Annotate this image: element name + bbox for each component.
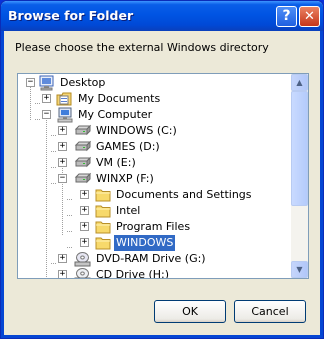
tree-item-drive-d[interactable]: + GAMES (D:) (18, 139, 292, 155)
tree-item-label: WINDOWS (C:) (96, 124, 177, 137)
window-frame-right (320, 31, 323, 338)
desktop-icon (39, 75, 54, 91)
help-button[interactable]: ? (276, 6, 297, 27)
expand-icon[interactable]: + (80, 190, 89, 199)
hard-drive-icon (74, 172, 91, 184)
scroll-down-icon[interactable]: ▼ (291, 261, 308, 278)
tree-item-label: WINXP (F:) (96, 172, 154, 185)
title-bar[interactable]: Browse for Folder ? ✕ (1, 1, 323, 31)
tree-item-label-selected: WINDOWS (114, 235, 176, 251)
expand-icon[interactable]: + (58, 126, 67, 135)
tree-item-label: CD Drive (H:) (96, 268, 170, 279)
tree-item-desktop[interactable]: − Desktop (18, 75, 292, 91)
tree-item-my-computer[interactable]: − My Computer (18, 107, 292, 123)
hard-drive-icon (74, 140, 91, 152)
expand-icon[interactable]: + (58, 254, 67, 263)
folder-icon (95, 221, 111, 234)
expand-icon[interactable]: + (58, 142, 67, 151)
tree-item-label: My Computer (78, 108, 153, 121)
expand-icon[interactable]: + (80, 222, 89, 231)
browse-for-folder-dialog: Browse for Folder ? ✕ Please choose the … (0, 0, 324, 339)
folder-tree[interactable]: − Desktop + My Documents − My Computer +… (17, 73, 309, 279)
expand-icon[interactable]: + (42, 94, 51, 103)
tree-item-drive-e[interactable]: + VM (E:) (18, 155, 292, 171)
expand-icon[interactable]: + (58, 270, 67, 278)
my-documents-icon (56, 92, 72, 106)
tree-item-windows-folder[interactable]: + WINDOWS (18, 235, 292, 251)
ok-button[interactable]: OK (154, 300, 226, 323)
cancel-button[interactable]: Cancel (234, 300, 306, 323)
tree-item-label: Documents and Settings (116, 188, 252, 201)
scroll-up-icon[interactable]: ▲ (291, 74, 308, 91)
tree-item-drive-f[interactable]: − WINXP (F:) (18, 171, 292, 187)
tree-item-drive-c[interactable]: + WINDOWS (C:) (18, 123, 292, 139)
collapse-icon[interactable]: − (42, 110, 51, 119)
folder-icon (95, 205, 111, 218)
expand-icon[interactable]: + (80, 238, 89, 247)
tree-item-my-documents[interactable]: + My Documents (18, 91, 292, 107)
scrollbar-thumb[interactable] (291, 91, 308, 206)
tree-item-intel[interactable]: + Intel (18, 203, 292, 219)
hard-drive-icon (74, 124, 91, 136)
vertical-scrollbar[interactable]: ▲ ▼ (291, 74, 308, 278)
tree-item-label: DVD-RAM Drive (G:) (96, 252, 206, 265)
collapse-icon[interactable]: − (26, 78, 35, 87)
folder-icon (95, 237, 111, 250)
cd-drive-icon (74, 268, 91, 278)
tree-item-label: Program Files (116, 220, 191, 233)
close-button[interactable]: ✕ (299, 6, 320, 27)
tree-item-drive-h[interactable]: + CD Drive (H:) (18, 267, 292, 279)
my-computer-icon (57, 107, 73, 123)
window-frame-bottom (1, 335, 323, 338)
tree-item-label: GAMES (D:) (96, 140, 160, 153)
expand-icon[interactable]: + (58, 158, 67, 167)
dvd-drive-icon (74, 252, 91, 267)
tree-item-label: Desktop (60, 76, 106, 89)
tree-item-label: My Documents (78, 92, 161, 105)
folder-icon (95, 189, 111, 202)
tree-item-program-files[interactable]: + Program Files (18, 219, 292, 235)
tree-item-label: Intel (116, 204, 141, 217)
tree-item-label: VM (E:) (96, 156, 136, 169)
hard-drive-icon (74, 156, 91, 168)
tree-item-drive-g[interactable]: + DVD-RAM Drive (G:) (18, 251, 292, 267)
tree-item-documents-and-settings[interactable]: + Documents and Settings (18, 187, 292, 203)
expand-icon[interactable]: + (80, 206, 89, 215)
window-title: Browse for Folder (8, 8, 134, 23)
instruction-text: Please choose the external Windows direc… (15, 41, 269, 54)
window-frame-left (1, 31, 4, 338)
collapse-icon[interactable]: − (58, 174, 67, 183)
